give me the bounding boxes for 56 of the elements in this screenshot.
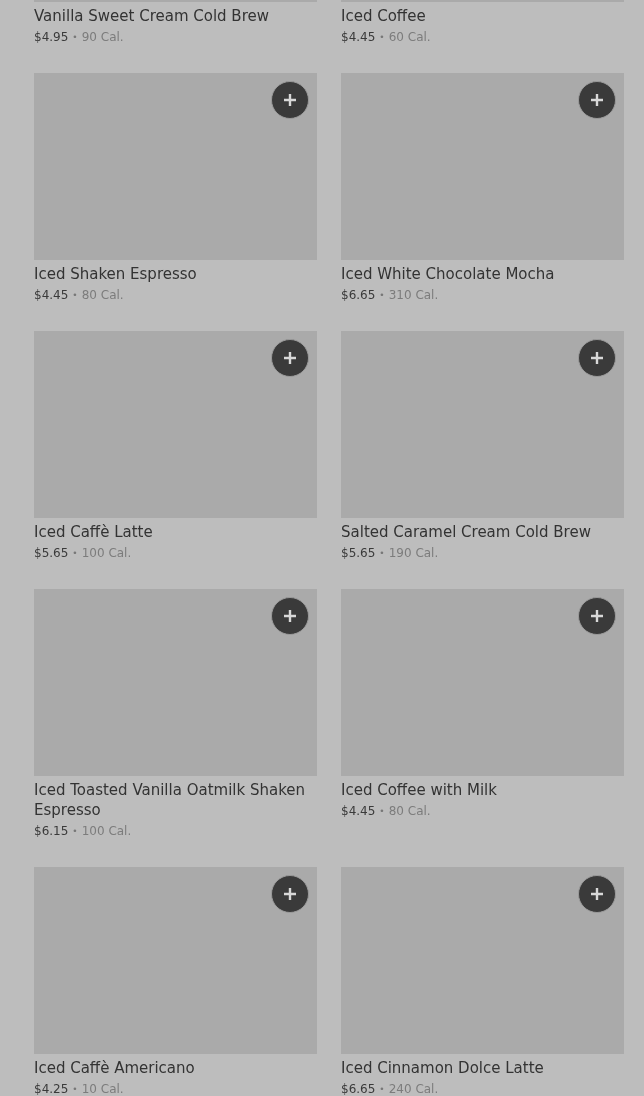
- plus-icon: [590, 887, 604, 901]
- item-calories: 60 Cal.: [388, 29, 431, 46]
- add-button[interactable]: [578, 339, 616, 377]
- item-name: Iced Coffee: [341, 6, 427, 26]
- add-button[interactable]: [578, 875, 616, 913]
- separator: •: [379, 805, 385, 818]
- plus-icon: [590, 93, 604, 107]
- plus-icon: [283, 351, 297, 365]
- item-name: Iced Coffee with Milk: [341, 780, 498, 800]
- separator: •: [379, 31, 385, 44]
- item-name: Iced Caffè Latte: [34, 522, 154, 542]
- separator: •: [379, 547, 385, 560]
- item-calories: 240 Cal.: [388, 1081, 439, 1096]
- item-price: $4.45: [341, 803, 376, 820]
- item-name: Iced Shaken Espresso: [34, 264, 198, 284]
- item-calories: 100 Cal.: [81, 545, 132, 562]
- item-name: Salted Caramel Cream Cold Brew: [341, 522, 592, 542]
- item-price: $4.95: [34, 29, 69, 46]
- separator: •: [72, 1083, 78, 1096]
- add-button[interactable]: [578, 81, 616, 119]
- separator: •: [379, 289, 385, 302]
- item-name: Iced White Chocolate Mocha: [341, 264, 556, 284]
- item-price: $4.45: [34, 287, 69, 304]
- item-calories: 100 Cal.: [81, 823, 132, 840]
- item-calories: 10 Cal.: [81, 1081, 124, 1096]
- plus-icon: [283, 609, 297, 623]
- item-price: $5.65: [341, 545, 376, 562]
- item-name: Iced Cinnamon Dolce Latte: [341, 1058, 545, 1078]
- separator: •: [379, 1083, 385, 1096]
- item-name: Iced Toasted Vanilla Oatmilk Shaken Espresso: [34, 780, 307, 820]
- separator: •: [72, 825, 78, 838]
- item-calories: 80 Cal.: [388, 803, 431, 820]
- separator: •: [72, 547, 78, 560]
- item-name: Iced Caffè Americano: [34, 1058, 196, 1078]
- item-price: $5.65: [34, 545, 69, 562]
- add-button[interactable]: [271, 875, 309, 913]
- item-calories: 80 Cal.: [81, 287, 124, 304]
- plus-icon: [283, 887, 297, 901]
- plus-icon: [283, 93, 297, 107]
- item-price: $6.15: [34, 823, 69, 840]
- plus-icon: [590, 609, 604, 623]
- add-button[interactable]: [271, 81, 309, 119]
- separator: •: [72, 31, 78, 44]
- separator: •: [72, 289, 78, 302]
- item-price: $4.45: [341, 29, 376, 46]
- add-button[interactable]: [271, 597, 309, 635]
- item-calories: 190 Cal.: [388, 545, 439, 562]
- item-calories: 310 Cal.: [388, 287, 439, 304]
- item-price: $4.25: [34, 1081, 69, 1096]
- add-button[interactable]: [578, 597, 616, 635]
- add-button[interactable]: [271, 339, 309, 377]
- item-name: Vanilla Sweet Cream Cold Brew: [34, 6, 270, 26]
- item-price: $6.65: [341, 1081, 376, 1096]
- item-calories: 90 Cal.: [81, 29, 124, 46]
- plus-icon: [590, 351, 604, 365]
- item-price: $6.65: [341, 287, 376, 304]
